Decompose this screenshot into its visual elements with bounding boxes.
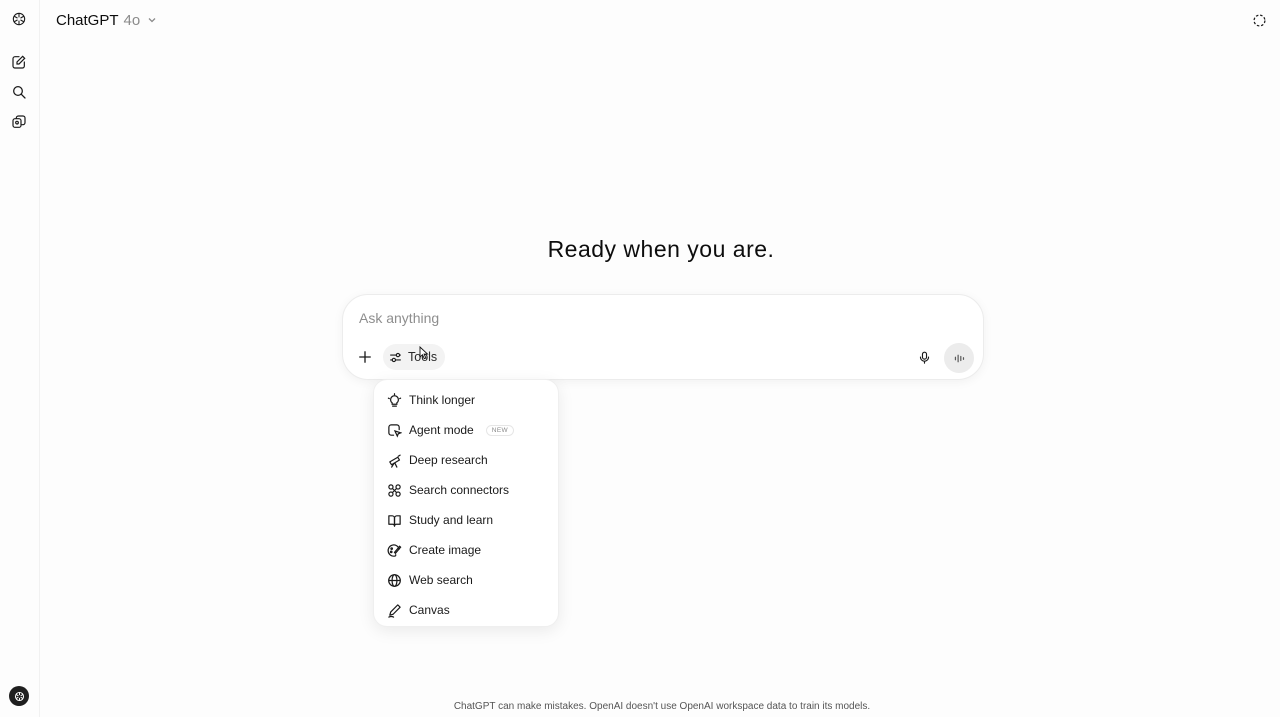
chevron-down-icon bbox=[148, 18, 156, 23]
add-attachment-button[interactable] bbox=[355, 346, 375, 368]
dictate-button[interactable] bbox=[913, 346, 935, 368]
voice-mode-button[interactable] bbox=[944, 343, 974, 373]
menu-item-search-connectors[interactable]: Search connectors bbox=[374, 475, 558, 505]
library-icon[interactable] bbox=[8, 111, 30, 133]
sidebar-rail bbox=[0, 0, 40, 717]
lightbulb-icon bbox=[387, 392, 402, 407]
menu-item-label: Create image bbox=[409, 543, 482, 557]
menu-item-label: Web search bbox=[409, 573, 473, 587]
model-name: ChatGPT bbox=[56, 11, 119, 29]
menu-item-think-longer[interactable]: Think longer bbox=[374, 385, 558, 415]
waveform-icon bbox=[954, 354, 964, 362]
book-icon bbox=[388, 514, 401, 527]
menu-item-create-image[interactable]: Create image bbox=[374, 535, 558, 565]
page-title: Ready when you are. bbox=[547, 236, 775, 262]
menu-item-deep-research[interactable]: Deep research bbox=[374, 445, 558, 475]
menu-item-study-and-learn[interactable]: Study and learn bbox=[374, 505, 558, 535]
disclaimer: ChatGPT can make mistakes. OpenAI doesn'… bbox=[453, 701, 871, 712]
chatgpt-app: ChatGPT 4o Ready when you are. Tools bbox=[0, 0, 1280, 717]
menu-item-web-search[interactable]: Web search bbox=[374, 565, 558, 595]
prompt-input[interactable] bbox=[359, 307, 919, 329]
pen-icon bbox=[388, 603, 401, 618]
new-badge: NEW bbox=[485, 424, 515, 436]
search-icon[interactable] bbox=[8, 81, 30, 103]
connectors-icon bbox=[388, 483, 401, 497]
mouse-cursor-icon bbox=[419, 346, 429, 360]
image-brush-icon bbox=[387, 543, 402, 557]
menu-item-label: Canvas bbox=[409, 603, 450, 617]
plus-icon bbox=[359, 351, 371, 363]
menu-item-label: Agent mode bbox=[409, 423, 474, 437]
menu-item-label: Search connectors bbox=[409, 483, 510, 497]
tools-menu: Think longer Agent mode NEW Deep researc… bbox=[373, 379, 559, 627]
sliders-icon bbox=[390, 352, 401, 362]
telescope-icon bbox=[389, 454, 401, 468]
new-chat-icon[interactable] bbox=[8, 51, 30, 73]
composer: Tools bbox=[342, 294, 984, 380]
globe-icon bbox=[388, 573, 401, 587]
openai-logo-icon[interactable] bbox=[8, 8, 30, 30]
menu-item-label: Deep research bbox=[409, 453, 488, 467]
tools-button[interactable]: Tools bbox=[383, 344, 446, 370]
menu-item-canvas[interactable]: Canvas bbox=[374, 595, 558, 625]
menu-item-agent-mode[interactable]: Agent mode NEW bbox=[374, 415, 558, 445]
menu-item-label: Think longer bbox=[409, 393, 476, 407]
menu-item-label: Study and learn bbox=[409, 513, 494, 527]
temporary-chat-icon[interactable] bbox=[1250, 11, 1268, 29]
model-version: 4o bbox=[123, 11, 141, 29]
agent-icon bbox=[388, 423, 402, 438]
microphone-icon bbox=[919, 351, 929, 364]
model-switcher[interactable]: ChatGPT 4o bbox=[56, 10, 157, 30]
